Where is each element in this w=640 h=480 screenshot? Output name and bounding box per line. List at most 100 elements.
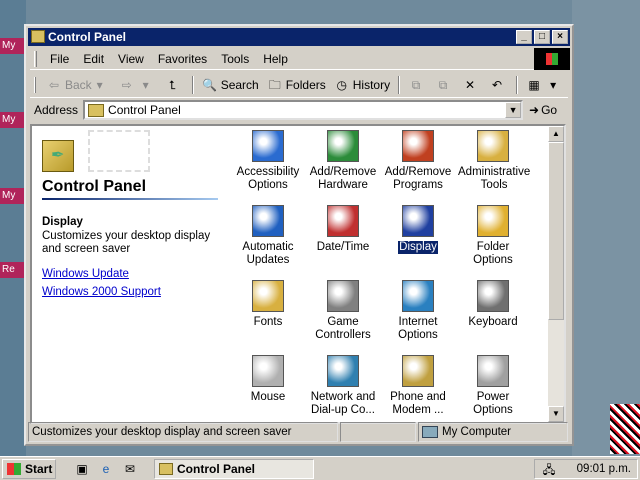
toolbar: ⇦ Back ▾ ⇨ ▾ ⮤ 🔍 Search 🗀 Folders ◷ History ⧉ … bbox=[30, 72, 568, 98]
delete-button[interactable]: ✕ bbox=[458, 74, 485, 96]
vertical-scrollbar[interactable]: ▲ ▼ bbox=[548, 126, 564, 422]
scroll-up-button[interactable]: ▲ bbox=[548, 126, 564, 142]
address-value: Control Panel bbox=[108, 103, 181, 117]
folders-label: Folders bbox=[285, 77, 326, 92]
address-label: Address bbox=[34, 103, 79, 117]
control-panel-item[interactable]: Network and Dial-up Co... bbox=[307, 355, 379, 417]
item-label: Mouse bbox=[250, 391, 286, 403]
chevron-down-icon: ▾ bbox=[96, 77, 103, 92]
delete-x-icon: ✕ bbox=[465, 77, 476, 92]
control-panel-item[interactable]: Phone and Modem ... bbox=[382, 355, 454, 417]
system-tray: 🖧 09:01 p.m. bbox=[534, 459, 638, 479]
status-empty bbox=[340, 422, 416, 442]
start-button[interactable]: Start bbox=[2, 459, 56, 479]
forward-button[interactable]: ⇨ ▾ bbox=[115, 74, 161, 96]
back-button[interactable]: ⇦ Back ▾ bbox=[42, 74, 115, 96]
history-icon: ◷ bbox=[336, 77, 347, 92]
folders-icon: 🗀 bbox=[268, 77, 281, 92]
control-panel-item[interactable]: Internet Options bbox=[382, 280, 454, 342]
item-label: Game Controllers bbox=[315, 316, 371, 341]
internet-explorer-icon[interactable]: e bbox=[98, 461, 114, 477]
menu-favorites[interactable]: Favorites bbox=[151, 52, 214, 66]
menu-edit[interactable]: Edit bbox=[76, 52, 111, 66]
scroll-down-button[interactable]: ▼ bbox=[548, 406, 564, 422]
windows-flag-icon bbox=[546, 53, 558, 65]
updates-icon bbox=[252, 205, 284, 237]
copy-to-button[interactable]: ⧉ bbox=[431, 74, 458, 96]
item-label: Add/Remove Hardware bbox=[309, 166, 377, 191]
control-panel-item[interactable]: Administrative Tools bbox=[457, 130, 530, 192]
clock[interactable]: 09:01 p.m. bbox=[577, 460, 631, 478]
undo-button[interactable]: ↶ bbox=[485, 74, 512, 96]
desktop-icon-label[interactable]: Re bbox=[0, 262, 24, 278]
control-panel-item[interactable]: Folder Options bbox=[457, 205, 529, 267]
history-button[interactable]: ◷ History bbox=[330, 74, 394, 96]
chevron-down-icon: ▾ bbox=[550, 77, 557, 92]
globe-icon bbox=[402, 280, 434, 312]
phone-icon bbox=[402, 355, 434, 387]
move-to-button[interactable]: ⧉ bbox=[404, 74, 431, 96]
window-title: Control Panel bbox=[48, 30, 127, 44]
folders-button[interactable]: 🗀 Folders bbox=[263, 74, 330, 96]
up-button[interactable]: ⮤ bbox=[161, 74, 188, 96]
item-label: Display bbox=[398, 241, 438, 254]
windows-support-link[interactable]: Windows 2000 Support bbox=[42, 286, 161, 298]
outlook-express-icon[interactable]: ✉ bbox=[122, 461, 138, 477]
desktop-pattern bbox=[610, 404, 640, 454]
control-panel-item[interactable]: Add/Remove Hardware bbox=[307, 130, 379, 192]
taskbar-control-panel-button[interactable]: Control Panel bbox=[154, 459, 314, 479]
mouse-icon bbox=[252, 355, 284, 387]
address-input[interactable]: Control Panel ▼ bbox=[83, 100, 524, 120]
desktop-icon-label[interactable]: My bbox=[0, 112, 24, 128]
scroll-thumb[interactable] bbox=[548, 142, 564, 320]
control-panel-item[interactable]: Automatic Updates bbox=[232, 205, 304, 267]
control-panel-item[interactable]: Game Controllers bbox=[307, 280, 379, 342]
go-arrow-icon: ➜ bbox=[529, 103, 540, 117]
show-desktop-icon[interactable]: ▣ bbox=[74, 461, 90, 477]
title-bar[interactable]: Control Panel _ □ × bbox=[28, 28, 570, 46]
network-tray-icon[interactable]: 🖧 bbox=[541, 462, 557, 477]
search-button[interactable]: 🔍 Search bbox=[198, 74, 263, 96]
item-label: Fonts bbox=[253, 316, 283, 328]
views-button[interactable]: ▦ ▾ bbox=[522, 74, 568, 96]
selected-item-title: Display bbox=[42, 216, 83, 228]
control-panel-item[interactable]: Mouse bbox=[232, 355, 304, 404]
menu-help[interactable]: Help bbox=[256, 52, 295, 66]
task-label: Control Panel bbox=[177, 462, 256, 476]
toolbar-separator bbox=[398, 75, 401, 94]
status-text: Customizes your desktop display and scre… bbox=[28, 422, 338, 442]
zone-label: My Computer bbox=[442, 426, 512, 438]
control-panel-item[interactable]: Accessibility Options bbox=[232, 130, 304, 192]
status-zone: My Computer bbox=[418, 422, 568, 442]
control-panel-item[interactable]: Add/Remove Programs bbox=[382, 130, 454, 192]
joystick-icon bbox=[327, 280, 359, 312]
maximize-button[interactable]: □ bbox=[534, 30, 550, 44]
address-dropdown-button[interactable]: ▼ bbox=[505, 102, 522, 118]
menu-tools[interactable]: Tools bbox=[214, 52, 256, 66]
control-panel-item[interactable]: Fonts bbox=[232, 280, 304, 329]
control-panel-item[interactable]: Date/Time bbox=[307, 205, 379, 254]
desktop-icon-label[interactable]: My D bbox=[0, 38, 24, 54]
item-label: Keyboard bbox=[468, 316, 518, 328]
menu-view[interactable]: View bbox=[111, 52, 151, 66]
control-panel-item[interactable]: Power Options bbox=[457, 355, 529, 417]
control-panel-item[interactable]: Keyboard bbox=[457, 280, 529, 329]
control-panel-icon bbox=[31, 30, 45, 43]
taskbar: Start ▣ e ✉ Control Panel 🖧 09:01 p.m. bbox=[0, 456, 640, 480]
forward-arrow-icon: ⇨ bbox=[121, 77, 132, 92]
back-label: Back bbox=[65, 77, 92, 92]
item-label: Date/Time bbox=[316, 241, 370, 253]
display-icon bbox=[402, 205, 434, 237]
copy-to-icon: ⧉ bbox=[438, 77, 448, 92]
windows-logo bbox=[534, 48, 570, 70]
close-button[interactable]: × bbox=[552, 30, 568, 44]
go-button[interactable]: ➜ Go bbox=[529, 103, 557, 117]
minimize-button[interactable]: _ bbox=[516, 30, 532, 44]
windows-update-link[interactable]: Windows Update bbox=[42, 268, 129, 280]
menu-file[interactable]: File bbox=[43, 52, 76, 66]
admin-tools-icon bbox=[477, 130, 509, 162]
desktop-icon-label[interactable]: My bbox=[0, 188, 24, 204]
views-icon: ▦ bbox=[528, 77, 540, 92]
control-panel-item[interactable]: Display bbox=[382, 205, 454, 254]
move-to-icon: ⧉ bbox=[411, 77, 421, 92]
